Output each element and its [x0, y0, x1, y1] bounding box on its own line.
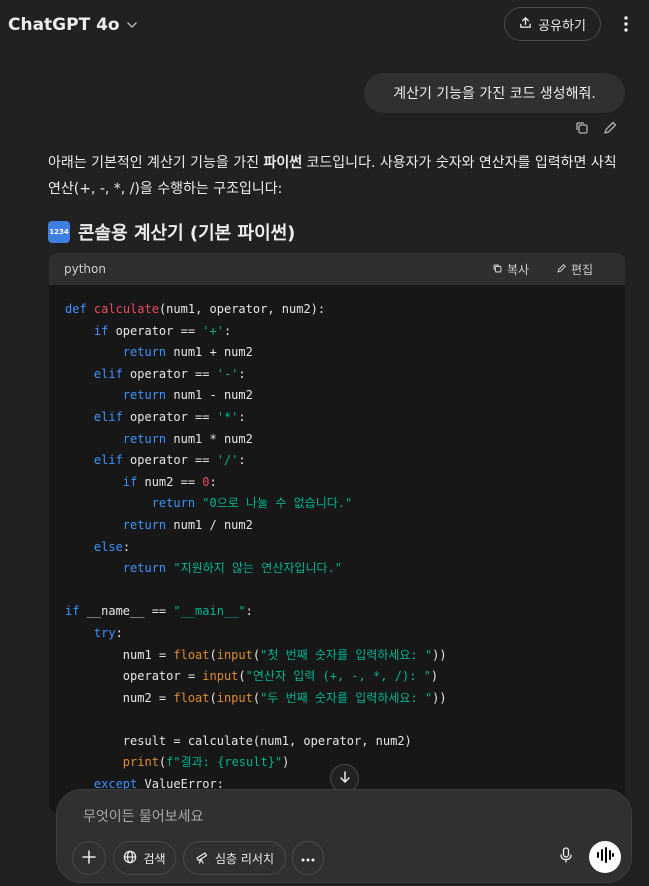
- code-block: python 복사 편집 def calculate(num1, operato…: [49, 253, 625, 813]
- edit-code-button[interactable]: 편집: [556, 261, 593, 278]
- arrow-down-icon: [338, 769, 352, 788]
- top-bar: ChatGPT 4o 공유하기: [0, 0, 649, 50]
- user-message-text: 계산기 기능을 가진 코드 생성해줘.: [393, 86, 596, 102]
- edit-icon: [556, 263, 567, 277]
- globe-icon: [123, 850, 137, 867]
- telescope-icon: [195, 850, 209, 867]
- section-heading: 1234 콘솔용 계산기 (기본 파이썬): [48, 218, 295, 246]
- share-label: 공유하기: [538, 18, 586, 34]
- more-options-icon[interactable]: [614, 12, 638, 36]
- copy-code-button[interactable]: 복사: [492, 261, 529, 278]
- deep-research-label: 심층 리서치: [214, 851, 274, 866]
- composer: 검색 심층 리서치: [56, 789, 632, 883]
- share-button[interactable]: 공유하기: [504, 7, 601, 41]
- edit-code-label: 편집: [571, 263, 594, 277]
- microphone-icon: [559, 847, 573, 867]
- deep-research-button[interactable]: 심층 리서치: [183, 841, 286, 875]
- microphone-button[interactable]: [551, 842, 581, 872]
- user-message-bubble: 계산기 기능을 가진 코드 생성해줘.: [364, 73, 625, 113]
- section-heading-text: 콘솔용 계산기 (기본 파이썬): [78, 223, 296, 244]
- copy-icon[interactable]: [574, 120, 590, 136]
- intro-text-part: 아래는 기본적인 계산기 기능을 가진: [48, 155, 264, 171]
- share-icon: [519, 16, 532, 33]
- plus-icon: [82, 849, 96, 867]
- more-tools-button[interactable]: [292, 841, 324, 875]
- code-content: def calculate(num1, operator, num2): if …: [65, 302, 447, 792]
- input-numbers-icon: 1234: [48, 221, 70, 243]
- voice-waveform-icon: [596, 847, 614, 867]
- intro-text-bold: 파이썬: [263, 155, 303, 171]
- search-button[interactable]: 검색: [113, 841, 176, 875]
- assistant-intro-text: 아래는 기본적인 계산기 기능을 가진 파이썬 코드입니다. 사용자가 숫자와 …: [48, 150, 628, 202]
- code-header: python 복사 편집: [49, 253, 625, 285]
- prompt-input[interactable]: [83, 805, 583, 829]
- ellipsis-icon: [301, 851, 315, 865]
- search-label: 검색: [143, 851, 166, 866]
- voice-mode-button[interactable]: [589, 841, 621, 873]
- copy-icon: [492, 263, 503, 277]
- model-selector[interactable]: ChatGPT 4o: [8, 13, 138, 37]
- chevron-down-icon: [126, 19, 138, 31]
- message-actions: [574, 120, 618, 136]
- edit-icon[interactable]: [602, 120, 618, 136]
- copy-code-label: 복사: [507, 263, 530, 277]
- code-language-label: python: [64, 262, 106, 276]
- model-name: ChatGPT 4o: [8, 15, 120, 35]
- add-button[interactable]: [72, 841, 106, 875]
